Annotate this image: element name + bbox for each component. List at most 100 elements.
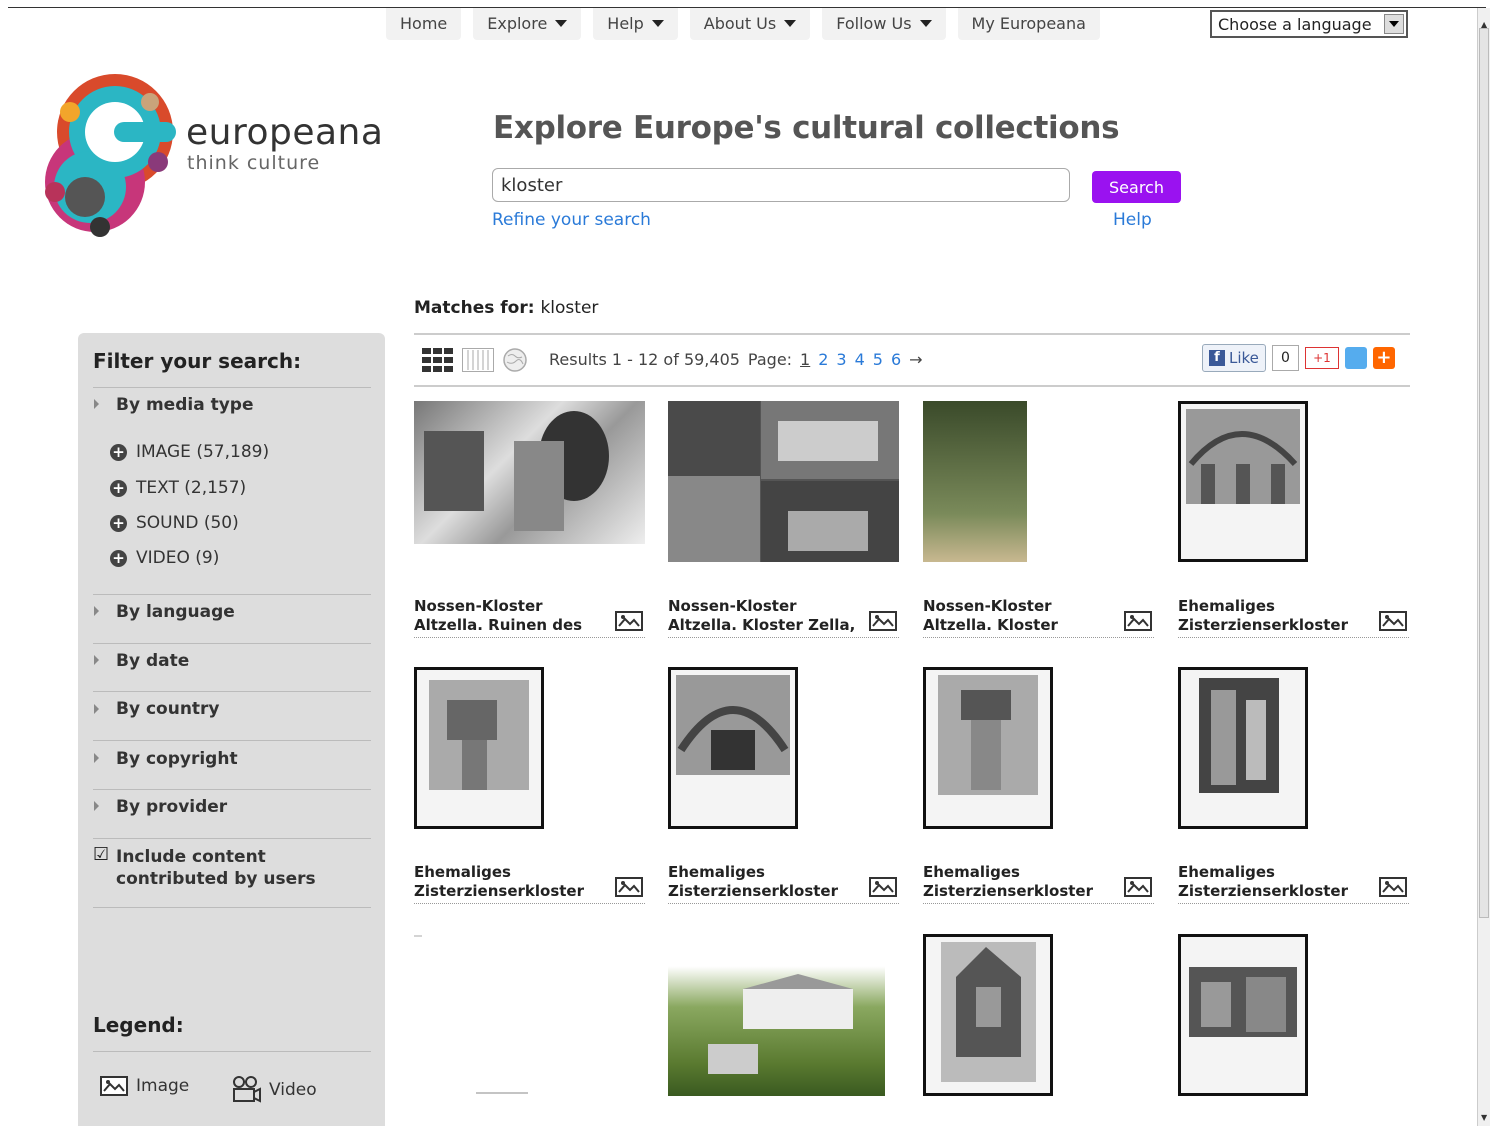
- filter-country[interactable]: By country: [116, 699, 220, 719]
- filter-option-text[interactable]: + TEXT (2,157): [110, 478, 246, 498]
- result-thumbnail[interactable]: [414, 401, 645, 544]
- result-thumbnail[interactable]: [414, 934, 645, 1096]
- result-thumbnail[interactable]: [668, 667, 798, 829]
- top-navigation: Home Explore Help About Us Follow Us My …: [386, 8, 1100, 40]
- result-title[interactable]: Nossen-Kloster Altzella. Ruinen des: [414, 597, 604, 635]
- next-page-arrow-icon[interactable]: →: [909, 350, 922, 369]
- result-title[interactable]: Ehemaliges Zisterzienserkloster: [668, 863, 858, 901]
- social-share: f Like 0 +1 +: [1202, 344, 1395, 372]
- result-title[interactable]: Nossen-Kloster Altzella. Kloster Zella,: [668, 597, 858, 635]
- add-filter-icon: +: [110, 514, 127, 532]
- search-help-link[interactable]: Help: [1113, 210, 1152, 230]
- filter-option-sound[interactable]: + SOUND (50): [110, 513, 239, 533]
- result-thumbnail[interactable]: [1178, 401, 1308, 562]
- image-type-icon: [1124, 877, 1152, 897]
- logo-e-icon: [45, 74, 176, 237]
- results-summary: Results 1 - 12 of 59,405 Page: 1 2 3 4 5…: [549, 350, 923, 369]
- divider: [93, 643, 371, 644]
- nav-about-us[interactable]: About Us: [689, 8, 811, 40]
- scroll-down-icon[interactable]: ▼: [1481, 1113, 1487, 1122]
- filter-title: Filter your search:: [93, 349, 302, 373]
- divider: [414, 333, 1410, 335]
- result-title[interactable]: Ehemaliges Zisterzienserkloster: [1178, 597, 1368, 635]
- filter-option-label: TEXT (2,157): [136, 478, 247, 498]
- europeana-logo[interactable]: europeana think culture: [40, 72, 383, 242]
- result-thumbnail[interactable]: [668, 934, 885, 1096]
- like-count: 0: [1272, 345, 1299, 371]
- map-view-icon[interactable]: [502, 347, 528, 373]
- image-type-icon: [869, 611, 897, 631]
- result-thumbnail[interactable]: [668, 401, 899, 562]
- result-title[interactable]: Ehemaliges Zisterzienserkloster: [923, 863, 1113, 901]
- caption-divider: [414, 637, 645, 638]
- page-link-3[interactable]: 3: [836, 350, 846, 369]
- search-input[interactable]: [492, 168, 1070, 202]
- expand-arrow-icon[interactable]: [94, 399, 99, 409]
- twitter-icon[interactable]: [1344, 347, 1367, 369]
- expand-arrow-icon[interactable]: [94, 801, 99, 811]
- grid-view-icon[interactable]: [422, 348, 454, 372]
- logo-wordmark: europeana: [186, 112, 384, 153]
- filter-option-label: SOUND (50): [136, 513, 239, 533]
- language-select[interactable]: Choose a language: [1210, 10, 1408, 38]
- include-users-checkbox[interactable]: ☑: [93, 846, 111, 864]
- scrollbar-thumb[interactable]: [1479, 28, 1489, 918]
- result-title[interactable]: Nossen-Kloster Altzella. Kloster: [923, 597, 1113, 635]
- matches-label: Matches for:: [414, 298, 535, 318]
- image-type-icon: [1379, 611, 1407, 631]
- result-title[interactable]: Ehemaliges Zisterzienserkloster: [1178, 863, 1368, 901]
- result-title[interactable]: Ehemaliges Zisterzienserkloster: [414, 863, 604, 901]
- caret-down-icon: [919, 19, 932, 27]
- page-link-5[interactable]: 5: [873, 350, 883, 369]
- nav-follow-us[interactable]: Follow Us: [822, 8, 946, 40]
- facebook-like-button[interactable]: f Like: [1202, 344, 1266, 372]
- filter-date[interactable]: By date: [116, 651, 189, 671]
- results-count: Results 1 - 12 of 59,405: [549, 350, 740, 369]
- nav-help[interactable]: Help: [593, 8, 678, 40]
- result-thumbnail[interactable]: [923, 934, 1053, 1096]
- divider: [93, 789, 371, 790]
- filter-language[interactable]: By language: [116, 602, 235, 622]
- filter-option-label: VIDEO (9): [136, 548, 220, 568]
- filter-media-type[interactable]: By media type: [116, 395, 254, 415]
- result-thumbnail[interactable]: [414, 667, 544, 829]
- include-users-label[interactable]: Include content contributed by users: [116, 846, 376, 890]
- addthis-plus-icon[interactable]: +: [1372, 347, 1395, 369]
- result-thumbnail[interactable]: [923, 667, 1053, 829]
- nav-my-europeana-label: My Europeana: [971, 13, 1086, 33]
- result-thumbnail[interactable]: [1178, 934, 1308, 1096]
- logo-tagline: think culture: [187, 152, 321, 174]
- refine-search-link[interactable]: Refine your search: [492, 210, 651, 230]
- nav-explore[interactable]: Explore: [473, 8, 582, 40]
- page-label: Page:: [747, 350, 793, 369]
- google-plus-button[interactable]: +1: [1304, 347, 1339, 369]
- add-filter-icon: +: [110, 443, 127, 461]
- page-link-2[interactable]: 2: [818, 350, 828, 369]
- search-button[interactable]: Search: [1092, 171, 1181, 203]
- page-link-1[interactable]: 1: [800, 350, 810, 369]
- matches-term: kloster: [540, 298, 599, 318]
- filter-copyright[interactable]: By copyright: [116, 749, 238, 769]
- expand-arrow-icon[interactable]: [94, 606, 99, 616]
- result-thumbnail[interactable]: [1178, 667, 1308, 829]
- facebook-icon: f: [1209, 350, 1225, 366]
- nav-home[interactable]: Home: [386, 8, 462, 40]
- expand-arrow-icon[interactable]: [94, 655, 99, 665]
- caption-divider: [1178, 637, 1409, 638]
- filter-option-video[interactable]: + VIDEO (9): [110, 548, 219, 568]
- nav-home-label: Home: [400, 13, 448, 33]
- nav-my-europeana[interactable]: My Europeana: [957, 8, 1100, 40]
- filter-option-image[interactable]: + IMAGE (57,189): [110, 442, 269, 462]
- image-type-icon: [869, 877, 897, 897]
- dropdown-arrow-icon[interactable]: [1384, 14, 1404, 34]
- add-filter-icon: +: [110, 549, 127, 567]
- result-thumbnail[interactable]: [923, 401, 1027, 562]
- vertical-scrollbar[interactable]: ▲ ▼: [1477, 8, 1490, 1126]
- timeline-view-icon[interactable]: [462, 348, 494, 372]
- legend-image: Image: [100, 1076, 189, 1096]
- expand-arrow-icon[interactable]: [94, 753, 99, 763]
- page-link-4[interactable]: 4: [855, 350, 865, 369]
- filter-provider[interactable]: By provider: [116, 797, 227, 817]
- expand-arrow-icon[interactable]: [94, 704, 99, 714]
- page-link-6[interactable]: 6: [891, 350, 901, 369]
